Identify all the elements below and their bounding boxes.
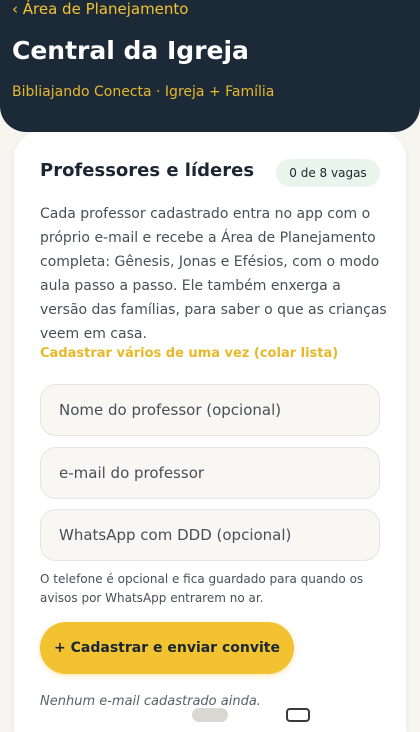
page-subtitle: Bibliajando Conecta · Igreja + Família bbox=[12, 84, 275, 100]
teachers-card: Professores e líderes 0 de 8 vagas Cada … bbox=[14, 132, 406, 732]
card-description: Cada professor cadastrado entra no app c… bbox=[40, 206, 387, 342]
recent-apps-icon bbox=[286, 708, 310, 722]
page-title: Central da Igreja bbox=[12, 36, 249, 65]
teacher-whatsapp-input[interactable] bbox=[40, 509, 380, 561]
card-title: Professores e líderes bbox=[40, 160, 255, 181]
back-link[interactable]: ‹ Área de Planejamento bbox=[12, 0, 188, 18]
register-invite-button[interactable]: + Cadastrar e enviar convite bbox=[40, 622, 294, 674]
phone-note: O telefone é opcional e fica guardado pa… bbox=[40, 572, 364, 605]
slots-badge: 0 de 8 vagas bbox=[276, 159, 380, 187]
bulk-register-link[interactable]: Cadastrar vários de uma vez (colar lista… bbox=[40, 346, 338, 361]
empty-state-text: Nenhum e-mail cadastrado ainda. bbox=[40, 694, 261, 709]
home-indicator-icon bbox=[192, 708, 228, 722]
teacher-name-input[interactable] bbox=[40, 384, 380, 436]
app-header: ‹ Área de Planejamento Central da Igreja… bbox=[0, 0, 420, 132]
teacher-email-input[interactable] bbox=[40, 447, 380, 499]
